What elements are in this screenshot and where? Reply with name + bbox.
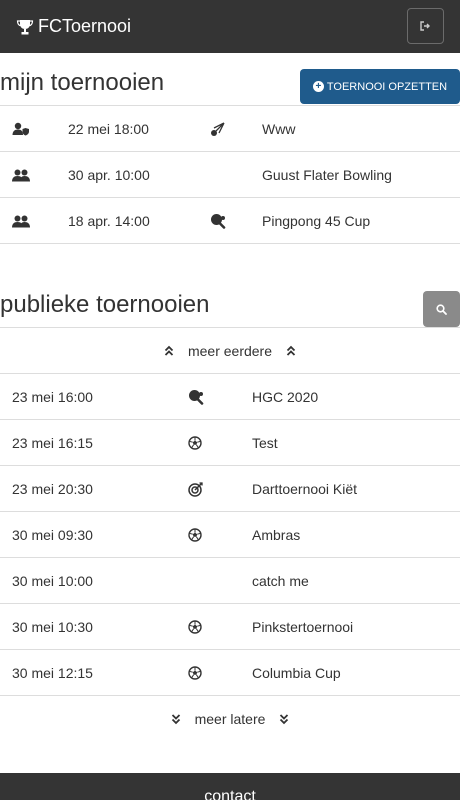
tournament-name: Darttoernooi Kiët [252, 481, 358, 497]
football-icon [188, 604, 202, 650]
users-icon [12, 198, 30, 244]
public-tournament-row[interactable]: 23 mei 16:00 HGC 2020 [0, 373, 460, 419]
trophy-icon [16, 19, 34, 34]
tournament-date: 30 mei 12:15 [12, 665, 93, 681]
logout-button[interactable] [407, 8, 444, 44]
tournament-date: 22 mei 18:00 [68, 121, 149, 137]
brand-label: FCToernooi [38, 16, 132, 36]
my-tournament-row[interactable]: 22 mei 18:00 Www [0, 105, 460, 151]
football-icon [188, 650, 202, 696]
public-tournaments-title: publieke toernooien [0, 291, 210, 318]
public-tournament-row[interactable]: 30 mei 12:15 Columbia Cup [0, 649, 460, 695]
footer-title: contact [204, 788, 256, 800]
more-later-row: meer latere [0, 695, 460, 741]
my-tournament-row[interactable]: 30 apr. 10:00 Guust Flater Bowling [0, 151, 460, 197]
table-tennis-icon [210, 198, 226, 244]
more-later-label: meer latere [194, 711, 266, 727]
my-tournament-row[interactable]: 18 apr. 14:00 Pingpong 45 Cup [0, 197, 460, 243]
tournament-name: catch me [252, 573, 309, 589]
tournament-name: Columbia Cup [252, 665, 341, 681]
more-later-button[interactable]: meer latere [0, 696, 460, 742]
public-tournament-row[interactable]: 30 mei 09:30 Ambras [0, 511, 460, 557]
double-chevron-down-icon [280, 714, 289, 725]
users-icon [12, 152, 30, 198]
public-tournament-row[interactable]: 23 mei 16:15 Test [0, 419, 460, 465]
user-shield-icon [12, 106, 30, 152]
tournament-date: 23 mei 16:15 [12, 435, 93, 451]
dart-target-icon [188, 466, 203, 512]
tournament-date: 30 apr. 10:00 [68, 167, 150, 183]
double-chevron-up-icon [164, 345, 174, 356]
tournament-name: Guust Flater Bowling [262, 167, 392, 183]
more-earlier-button[interactable]: meer eerdere [0, 328, 460, 374]
create-tournament-label: TOERNOOI OPZETTEN [326, 80, 448, 93]
table-tennis-icon [188, 374, 204, 420]
public-tournament-row[interactable]: 30 mei 10:00 catch me [0, 557, 460, 603]
tournament-date: 18 apr. 14:00 [68, 213, 150, 229]
football-icon [188, 420, 202, 466]
tournament-name: Pinkstertoernooi [252, 619, 354, 635]
more-earlier-label: meer eerdere [187, 343, 273, 359]
divider [0, 243, 460, 244]
tournament-date: 30 mei 09:30 [12, 527, 93, 543]
tournament-name: Pingpong 45 Cup [262, 213, 371, 229]
tournament-date: 30 mei 10:30 [12, 619, 93, 635]
tournament-name: HGC 2020 [252, 389, 319, 405]
tournament-date: 23 mei 20:30 [12, 481, 93, 497]
search-button[interactable] [423, 291, 460, 327]
tournament-date: 23 mei 16:00 [12, 389, 93, 405]
tournament-name: Ambras [252, 527, 301, 543]
navbar: FCToernooi [0, 0, 460, 53]
brand[interactable]: FCToernooi [16, 0, 131, 53]
my-tournaments-title: mijn toernooien [0, 69, 165, 96]
football-icon [188, 512, 202, 558]
footer: contact [0, 773, 460, 800]
public-tournament-row[interactable]: 23 mei 20:30 Darttoernooi Kiët [0, 465, 460, 511]
tournament-date: 30 mei 10:00 [12, 573, 93, 589]
double-chevron-up-icon [286, 345, 296, 356]
badminton-shuttle-icon [210, 106, 225, 152]
create-tournament-button[interactable]: + TOERNOOI OPZETTEN [300, 69, 460, 104]
more-earlier-row: meer eerdere [0, 327, 460, 373]
tournament-name: Www [262, 121, 296, 137]
tournament-name: Test [252, 435, 278, 451]
double-chevron-down-icon [171, 714, 180, 725]
sign-out-icon [420, 21, 430, 31]
search-icon [436, 303, 447, 315]
public-tournament-row[interactable]: 30 mei 10:30 Pinkstertoernooi [0, 603, 460, 649]
plus-circle-icon: + [312, 81, 324, 92]
